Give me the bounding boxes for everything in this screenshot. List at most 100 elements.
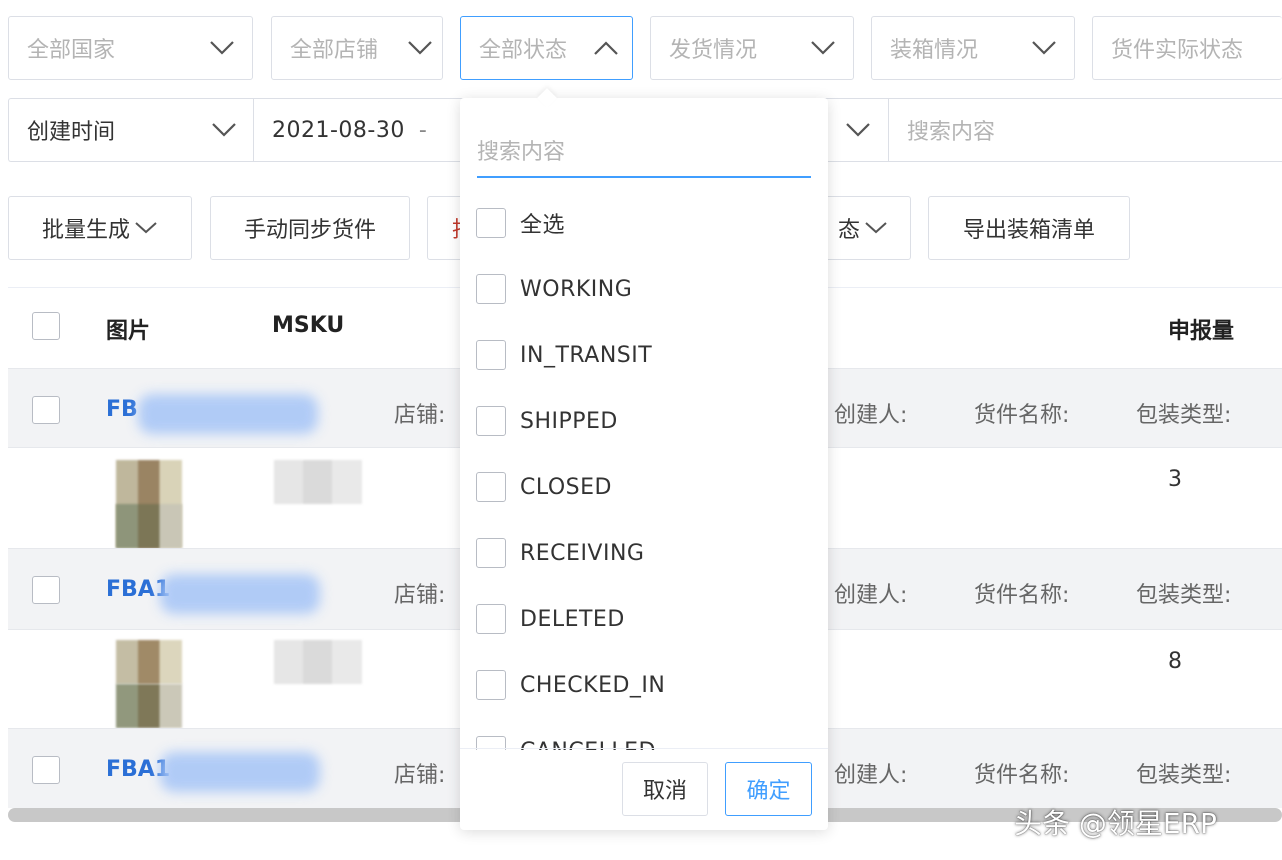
redacted-shipment-id xyxy=(160,752,320,792)
product-thumbnail-lower xyxy=(116,504,182,548)
chevron-down-icon xyxy=(846,123,870,137)
chevron-up-icon xyxy=(594,41,618,55)
redacted-shipment-id xyxy=(138,394,318,434)
option-closed[interactable]: CLOSED xyxy=(476,454,816,520)
column-header-image: 图片 xyxy=(106,319,151,344)
shipment-name-label: 货件名称: xyxy=(974,763,1070,788)
dropdown-search-input[interactable]: 搜索内容 xyxy=(477,124,811,178)
checkbox[interactable] xyxy=(476,208,506,238)
chevron-down-icon xyxy=(1032,41,1056,55)
option-label: WORKING xyxy=(520,276,633,302)
actual-status-select-value: 货件实际状态 xyxy=(1111,38,1244,63)
status-dropdown-panel: 搜索内容 全选 WORKING IN_TRANSIT SHIPPED CLOSE… xyxy=(460,88,828,830)
option-in-transit[interactable]: IN_TRANSIT xyxy=(476,322,816,388)
declared-qty-value: 3 xyxy=(1168,467,1182,492)
package-type-label: 包装类型: xyxy=(1136,583,1232,608)
store-select[interactable]: 全部店铺 xyxy=(271,16,443,80)
store-label: 店铺: xyxy=(394,763,446,788)
packing-select[interactable]: 装箱情况 xyxy=(871,16,1075,80)
chevron-down-icon xyxy=(212,123,236,137)
option-select-all[interactable]: 全选 xyxy=(476,190,816,256)
confirm-button[interactable]: 确定 xyxy=(725,762,812,816)
option-label: CLOSED xyxy=(520,474,612,500)
status-select[interactable]: 全部状态 xyxy=(460,16,633,80)
row-checkbox[interactable] xyxy=(32,396,60,424)
checkbox[interactable] xyxy=(476,274,506,304)
status-options-list: 全选 WORKING IN_TRANSIT SHIPPED CLOSED REC… xyxy=(476,190,816,750)
option-label: CHECKED_IN xyxy=(520,672,666,698)
search-input-placeholder: 搜索内容 xyxy=(907,120,996,145)
option-cancelled[interactable]: CANCELLED xyxy=(476,718,816,750)
option-label: RECEIVING xyxy=(520,540,645,566)
package-type-label: 包装类型: xyxy=(1136,763,1232,788)
checkbox[interactable] xyxy=(476,670,506,700)
date-start: 2021-08-30 xyxy=(272,117,405,143)
manual-sync-button[interactable]: 手动同步货件 xyxy=(210,196,410,260)
chevron-down-icon xyxy=(135,222,157,234)
option-label: SHIPPED xyxy=(520,408,618,434)
dropdown-arrow xyxy=(537,88,557,108)
option-label: IN_TRANSIT xyxy=(520,342,653,368)
shipment-name-label: 货件名称: xyxy=(974,583,1070,608)
product-thumbnail-lower xyxy=(116,684,182,728)
search-input[interactable]: 搜索内容 xyxy=(888,98,1282,162)
chevron-down-icon xyxy=(865,222,887,234)
option-shipped[interactable]: SHIPPED xyxy=(476,388,816,454)
chevron-down-icon xyxy=(210,41,234,55)
dropdown-search-placeholder: 搜索内容 xyxy=(477,140,566,165)
export-packing-button[interactable]: 导出装箱清单 xyxy=(928,196,1130,260)
cancel-button[interactable]: 取消 xyxy=(622,762,708,816)
watermark: 头条 @领星ERP xyxy=(1014,807,1217,840)
actual-status-select[interactable]: 货件实际状态 xyxy=(1092,16,1282,80)
country-select[interactable]: 全部国家 xyxy=(8,16,253,80)
shipment-id-link[interactable]: FB xyxy=(106,397,138,422)
option-label: DELETED xyxy=(520,606,625,632)
creator-label: 创建人: xyxy=(834,403,908,428)
option-working[interactable]: WORKING xyxy=(476,256,816,322)
shipping-select-value: 发货情况 xyxy=(669,38,758,63)
confirm-label: 确定 xyxy=(746,779,791,804)
chevron-down-icon xyxy=(811,41,835,55)
row-checkbox[interactable] xyxy=(32,756,60,784)
status-action-label: 态 xyxy=(837,218,860,243)
checkbox[interactable] xyxy=(476,406,506,436)
packing-select-value: 装箱情况 xyxy=(890,38,979,63)
shipping-select[interactable]: 发货情况 xyxy=(650,16,854,80)
country-select-value: 全部国家 xyxy=(27,38,116,63)
shipment-name-label: 货件名称: xyxy=(974,403,1070,428)
status-select-value: 全部状态 xyxy=(479,38,568,63)
creator-label: 创建人: xyxy=(834,583,908,608)
store-label: 店铺: xyxy=(394,583,446,608)
redacted-shipment-id xyxy=(160,574,320,614)
redacted-msku xyxy=(274,460,362,504)
row-checkbox[interactable] xyxy=(32,576,60,604)
date-separator: - xyxy=(418,117,427,143)
package-type-label: 包装类型: xyxy=(1136,403,1232,428)
redacted-msku xyxy=(274,640,362,684)
creator-label: 创建人: xyxy=(834,763,908,788)
store-label: 店铺: xyxy=(394,403,446,428)
checkbox[interactable] xyxy=(476,472,506,502)
cancel-label: 取消 xyxy=(642,779,687,804)
declared-qty-value: 8 xyxy=(1168,649,1182,674)
checkbox[interactable] xyxy=(476,538,506,568)
checkbox[interactable] xyxy=(476,340,506,370)
checkbox[interactable] xyxy=(476,604,506,634)
option-deleted[interactable]: DELETED xyxy=(476,586,816,652)
column-header-declared-qty: 申报量 xyxy=(1168,319,1235,344)
store-select-value: 全部店铺 xyxy=(290,38,379,63)
product-thumbnail xyxy=(116,640,182,684)
column-header-msku: MSKU xyxy=(272,313,345,338)
dropdown-footer-divider xyxy=(460,748,828,749)
option-label: 全选 xyxy=(520,213,566,238)
manual-sync-label: 手动同步货件 xyxy=(243,218,376,243)
option-checked-in[interactable]: CHECKED_IN xyxy=(476,652,816,718)
batch-generate-label: 批量生成 xyxy=(41,218,130,243)
date-type-select[interactable]: 创建时间 xyxy=(8,98,254,162)
option-receiving[interactable]: RECEIVING xyxy=(476,520,816,586)
date-type-value: 创建时间 xyxy=(27,120,116,145)
select-all-rows-checkbox[interactable] xyxy=(32,312,60,340)
batch-generate-button[interactable]: 批量生成 xyxy=(8,196,192,260)
chevron-down-icon xyxy=(408,41,432,55)
export-packing-label: 导出装箱清单 xyxy=(962,218,1095,243)
